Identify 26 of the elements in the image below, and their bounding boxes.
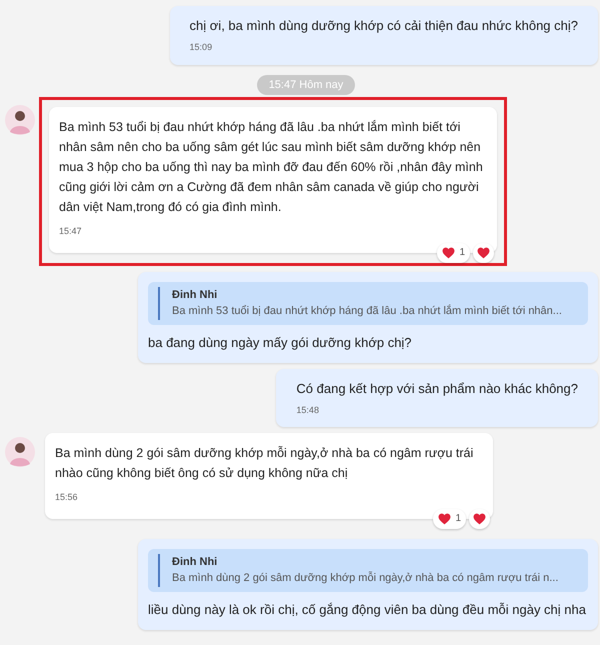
- reaction-button[interactable]: 1: [433, 508, 466, 528]
- heart-icon: [473, 512, 486, 524]
- message-text: Có đang kết hợp với sản phẩm nào khác không?: [295, 380, 579, 398]
- reaction-button[interactable]: [469, 508, 490, 528]
- message-time: 15:09: [188, 41, 214, 54]
- heart-icon: [438, 512, 452, 524]
- message-text: chị ơi, ba mình dùng dưỡng khớp có cải thiện đau nhức không chị?: [188, 17, 579, 35]
- message-time: 15:47: [59, 225, 83, 238]
- quote-text: Ba mình 53 tuổi bị đau nhứt khớp háng đã lâu .ba nhứt lắm mình biết tới nhân...: [172, 304, 563, 319]
- quoted-message[interactable]: Đinh Nhi Ba mình 53 tuổi bị đau nhứt khớp háng đã lâu .ba nhứt lắm mình biết tới nhân...: [148, 282, 588, 324]
- quote-author: Đinh Nhi: [172, 554, 218, 570]
- message-text: liều dùng này là ok rồi chị, cố gắng động viên ba dùng đều mỗi ngày chị nha: [148, 600, 587, 619]
- quote-author: Đinh Nhi: [172, 288, 218, 302]
- heart-icon: [442, 246, 456, 258]
- message-text: Ba mình dùng 2 gói sâm dưỡng khớp mỗi ngày,ở nhà ba có ngâm rượu trái nhào cũng không biết ông có sử dụng không nữa chị: [55, 445, 474, 482]
- message-time: 15:48: [295, 404, 320, 416]
- quote-text: Ba mình dùng 2 gói sâm dưỡng khớp mỗi ngày,ở nhà ba có ngâm rượu trái n...: [172, 570, 560, 586]
- message-time: 15:56: [55, 491, 79, 504]
- message-text: ba đang dùng ngày mấy gói dưỡng khớp chị?: [148, 334, 413, 352]
- avatar-icon: [5, 105, 35, 135]
- reaction-button[interactable]: [473, 242, 494, 262]
- avatar-icon: [5, 437, 35, 467]
- quoted-message[interactable]: Đinh Nhi Ba mình dùng 2 gói sâm dưỡng khớp mỗi ngày,ở nhà ba có ngâm rượu trái n...: [148, 548, 588, 592]
- reaction-button[interactable]: 1: [437, 242, 470, 262]
- message-text: Ba mình 53 tuổi bị đau nhứt khớp háng đã lâu .ba nhứt lắm mình biết tới nhân sâm nên cho ba uống sâm gét lúc sau mình biết sâm dưỡng khớp nên mua 3 hộp cho ba uống thì nay ba mình đỡ đau đến 60% rồi ,nhân đây mình cũng giới lời cảm ơn a Cường đã đem nhân sâm canada về giúp cho người dân việt Nam,trong đó có gia đình mình.: [59, 119, 484, 216]
- heart-icon: [477, 246, 490, 258]
